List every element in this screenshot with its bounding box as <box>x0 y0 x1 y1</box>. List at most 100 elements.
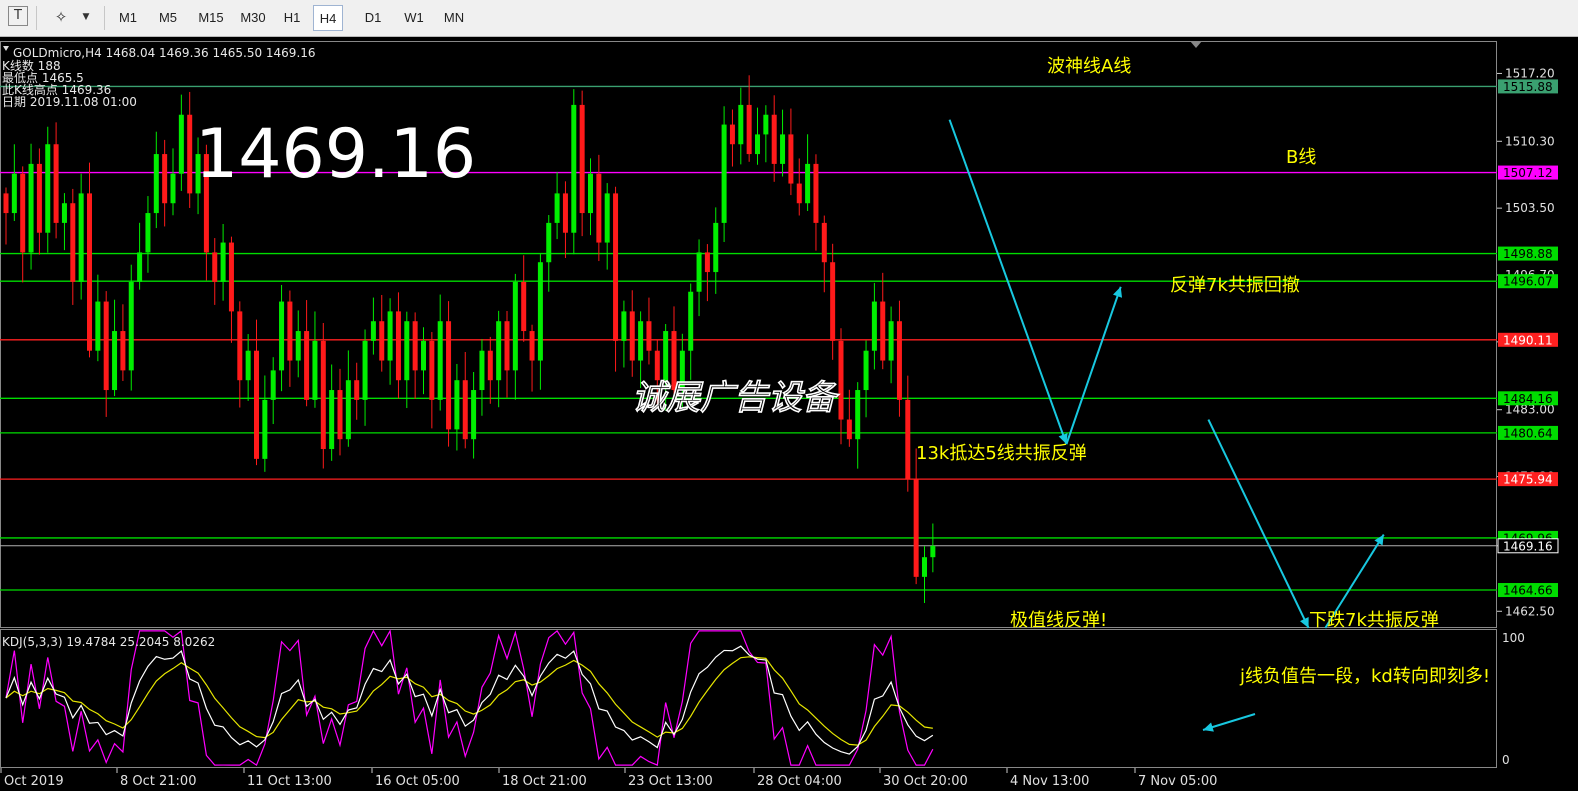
date-line: 日期 2019.11.08 01:00 <box>2 95 137 109</box>
bear-candle <box>212 252 218 282</box>
level-price-label: 1480.64 <box>1503 426 1553 440</box>
bear-candle <box>337 390 343 440</box>
bull-candle <box>245 350 251 381</box>
level-price-label: 1469.16 <box>1503 539 1553 553</box>
bull-candle <box>178 114 184 174</box>
timeframe-m1[interactable]: M1 <box>112 5 144 31</box>
bull-candle <box>220 242 226 282</box>
bear-candle <box>529 331 535 361</box>
bear-candle <box>53 144 59 223</box>
kdj-tick-label: 0 <box>1502 753 1510 767</box>
bull-candle <box>128 281 134 371</box>
bull-candle <box>78 193 84 282</box>
timeframe-h4[interactable]: H4 <box>313 5 343 31</box>
x-tick-label: 18 Oct 21:00 <box>502 774 587 789</box>
bear-candle <box>446 321 452 430</box>
bull-candle <box>295 331 301 361</box>
bear-candle <box>237 311 243 381</box>
bear-candle <box>395 311 401 381</box>
j-line-label: j线负值告一段，kd转向即刻多! <box>1239 666 1490 687</box>
chart-toolbar: T ✧ ▼ M1 M5 M15 M30 H1 H4 D1 W1 MN <box>0 0 1578 37</box>
bull-candle <box>362 340 368 400</box>
level-price-label: 1490.11 <box>1503 333 1553 347</box>
bear-candle <box>905 399 911 479</box>
timeframe-mn[interactable]: MN <box>437 5 471 31</box>
bull-candle <box>170 173 176 204</box>
timeframe-m15[interactable]: M15 <box>192 5 230 31</box>
toolbar-separator <box>36 6 37 30</box>
bull-candle <box>387 311 393 361</box>
bull-candle <box>855 390 861 440</box>
bear-candle <box>187 114 193 194</box>
bear-candle <box>304 331 310 400</box>
x-tick-label: 7 Nov 05:00 <box>1138 774 1217 789</box>
price-chart: 1517.201510.301503.501496.701489.901483.… <box>0 37 1578 791</box>
bull-candle <box>721 124 727 223</box>
bull-candle <box>663 331 669 381</box>
bear-candle <box>320 340 326 450</box>
bull-candle <box>888 321 894 361</box>
level-price-label: 1464.66 <box>1503 584 1553 598</box>
y-tick-label: 1517.20 <box>1505 66 1555 80</box>
bear-candle <box>20 173 26 253</box>
bear-candle <box>880 301 886 361</box>
bear-candle <box>70 203 76 282</box>
bull-candle <box>554 193 560 223</box>
bull-candle <box>713 222 719 273</box>
bull-candle <box>279 301 285 371</box>
x-tick-label: 30 Oct 20:00 <box>883 774 968 789</box>
bull-candle <box>496 321 502 381</box>
bear-candle <box>162 154 168 204</box>
bull-candle <box>755 134 760 155</box>
timeframe-m5[interactable]: M5 <box>150 5 186 31</box>
bear-candle <box>729 124 735 145</box>
bull-candle <box>588 173 593 214</box>
bear-candle <box>913 478 919 577</box>
kdj-tick-label: 100 <box>1502 631 1525 645</box>
chevron-down-icon[interactable]: ▼ <box>75 6 97 28</box>
y-tick-label: 1503.50 <box>1505 201 1555 215</box>
bear-candle <box>354 380 360 400</box>
bear-candle <box>504 321 510 371</box>
bull-candle <box>871 301 877 351</box>
line-b-label: B线 <box>1286 147 1316 168</box>
watermark-text: 诚展广告设备 <box>632 378 839 418</box>
drawing-tools-icon[interactable]: ✧ <box>50 6 72 28</box>
level-price-label: 1515.88 <box>1503 80 1553 94</box>
bull-candle <box>479 350 485 391</box>
bear-candle <box>562 193 568 233</box>
bear-candle <box>3 193 9 214</box>
level-price-label: 1496.07 <box>1503 275 1553 289</box>
bull-candle <box>922 557 927 577</box>
bull-candle <box>780 134 786 164</box>
big-price-label: 1469.16 <box>195 115 476 194</box>
x-tick-label: 4 Nov 13:00 <box>1010 774 1089 789</box>
bear-candle <box>579 104 585 214</box>
bull-candle <box>638 321 644 361</box>
bull-candle <box>153 154 159 214</box>
x-tick-label: 23 Oct 13:00 <box>628 774 713 789</box>
bull-candle <box>262 399 268 459</box>
level-price-label: 1484.16 <box>1503 392 1553 406</box>
bear-candle <box>412 321 418 371</box>
timeframe-h1[interactable]: H1 <box>277 5 307 31</box>
timeframe-w1[interactable]: W1 <box>398 5 430 31</box>
bull-candle <box>454 380 460 430</box>
timeframe-m30[interactable]: M30 <box>233 5 273 31</box>
bear-candle <box>287 301 293 361</box>
x-tick-label: 11 Oct 13:00 <box>247 774 332 789</box>
y-tick-label: 1462.50 <box>1505 604 1555 618</box>
bear-candle <box>613 193 619 341</box>
bear-candle <box>746 104 752 155</box>
bear-candle <box>379 321 385 361</box>
bear-candle <box>704 252 710 273</box>
text-tool-icon[interactable]: T <box>8 6 28 26</box>
k13-label: 13k抵达5线共振反弹 <box>916 443 1087 464</box>
x-tick-label: 8 Oct 21:00 <box>120 774 196 789</box>
x-tick-label: Oct 2019 <box>4 774 64 789</box>
timeframe-d1[interactable]: D1 <box>357 5 389 31</box>
bull-candle <box>112 331 118 391</box>
bull-candle <box>421 340 426 371</box>
bull-candle <box>621 311 627 341</box>
bull-candle <box>537 262 543 361</box>
